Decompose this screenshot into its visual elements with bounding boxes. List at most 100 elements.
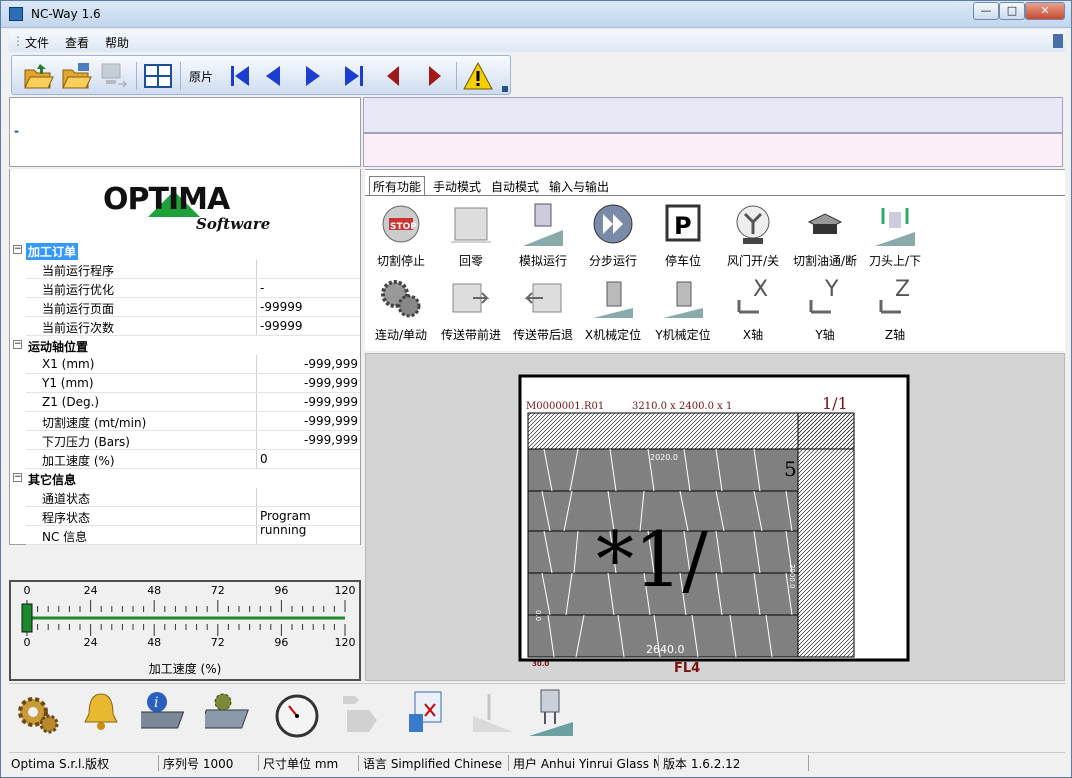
function-button[interactable]: Z Z轴 [859, 274, 931, 344]
company-logo: OPTIMA Software [9, 169, 361, 241]
property-name: Z1 (Deg.) [42, 395, 100, 409]
tab-manual-mode[interactable]: 手动模式 [429, 176, 485, 195]
column-divider [256, 431, 257, 450]
layout-grid-icon[interactable] [142, 60, 174, 92]
property-name: 当前运行优化 [42, 283, 115, 297]
svg-text:Software: Software [196, 215, 270, 233]
function-button[interactable]: Y机械定位 [647, 274, 719, 344]
previous-item-icon[interactable] [378, 60, 410, 92]
svg-text:5: 5 [784, 457, 797, 481]
settings-gears-icon[interactable] [9, 686, 65, 742]
tab-all-functions[interactable]: 所有功能 [369, 176, 426, 195]
slider-tick-label: 72 [211, 584, 225, 597]
property-row[interactable]: 切割速度 (mt/min) -999,999 [10, 412, 360, 431]
app-icon [9, 7, 23, 21]
function-button[interactable]: 模拟运行 [507, 200, 579, 270]
close-button[interactable]: ✕ [1025, 2, 1065, 20]
property-row[interactable]: 当前运行优化 - [10, 279, 360, 298]
tab-io[interactable]: 输入与输出 [545, 176, 613, 195]
slider-tick-label: 24 [84, 636, 98, 649]
function-button[interactable]: STOP 切割停止 [365, 200, 437, 270]
tab-auto-mode[interactable]: 自动模式 [487, 176, 543, 195]
property-row[interactable]: Z1 (Deg.) -999,999 [10, 393, 360, 412]
pressure-gauge-icon[interactable] [269, 686, 325, 742]
property-row[interactable]: 程序状态 Program running [10, 507, 360, 537]
function-button[interactable]: Y Y轴 [789, 274, 861, 344]
x-stop-icon [593, 281, 633, 318]
function-button[interactable]: 分步运行 [577, 200, 649, 270]
slider-thumb[interactable] [21, 603, 33, 633]
function-button[interactable]: 风门开/关 [717, 200, 789, 270]
function-button[interactable]: 传送带后退 [507, 274, 579, 344]
svg-text:P: P [674, 212, 692, 240]
open-folder-icon[interactable] [22, 60, 54, 92]
alarm-bell-icon[interactable] [73, 686, 129, 742]
property-row[interactable]: 当前运行程序 [10, 260, 360, 279]
open-network-folder-icon[interactable] [60, 60, 92, 92]
section-header[interactable]: − 加工订单 [10, 241, 360, 260]
minimize-button[interactable]: — [973, 2, 999, 20]
message-panel: - [9, 97, 361, 167]
slider-tick-label: 120 [335, 636, 356, 649]
previous-page-icon[interactable] [258, 60, 290, 92]
next-item-icon[interactable] [418, 60, 450, 92]
cut-preview: M0000001.R01 3210.0 x 2400.0 x 1 1/1 202… [365, 353, 1065, 681]
property-name: 通道状态 [42, 492, 91, 506]
property-row[interactable]: 加工速度 (%) 0 [10, 450, 360, 469]
machine-info-icon[interactable]: i [133, 686, 197, 742]
status-language: 语言 Simplified Chinese [361, 755, 509, 771]
menu-view[interactable]: 查看 [65, 34, 89, 51]
function-button[interactable]: 传送带前进 [435, 274, 507, 344]
slider-tick-label: 48 [147, 584, 161, 597]
property-name: 程序状态 [42, 511, 91, 525]
property-row[interactable]: 通道状态 [10, 488, 360, 507]
menu-overflow-icon[interactable] [1053, 34, 1063, 48]
svg-text:1/1: 1/1 [822, 394, 848, 413]
function-button[interactable]: X X轴 [717, 274, 789, 344]
fan-icon [736, 205, 770, 244]
section-title: 其它信息 [28, 473, 77, 487]
property-row[interactable]: 当前运行次数 -99999 [10, 317, 360, 336]
property-row[interactable]: 当前运行页面 -99999 [10, 298, 360, 317]
info-panel [363, 133, 1063, 167]
property-row[interactable]: X1 (mm) -999,999 [10, 355, 360, 374]
oil-icon [807, 213, 843, 234]
transfer-icon[interactable] [333, 686, 389, 742]
slider-tick-label: 96 [274, 636, 288, 649]
function-button[interactable]: 回零 [435, 200, 507, 270]
function-label: Z轴 [884, 328, 906, 342]
knife-angle-icon[interactable] [465, 686, 521, 742]
maximize-button[interactable]: □ [999, 2, 1025, 20]
section-header[interactable]: − 运动轴位置 [10, 336, 360, 355]
next-page-icon[interactable] [296, 60, 328, 92]
warning-icon[interactable] [462, 60, 494, 92]
cut-program-icon[interactable] [399, 686, 455, 742]
cutting-table-icon[interactable] [199, 686, 261, 742]
function-button[interactable]: 连动/单动 [365, 274, 437, 344]
toolbar: 原片 [11, 55, 511, 95]
property-row[interactable]: Y1 (mm) -999,999 [10, 374, 360, 393]
collapse-icon[interactable]: − [13, 245, 22, 254]
function-button[interactable]: 切割油通/断 [789, 200, 861, 270]
slider-label: 加工速度 (%) [148, 662, 222, 676]
menu-help[interactable]: 帮助 [105, 34, 129, 51]
step-run-icon [593, 204, 633, 244]
collapse-icon[interactable]: − [13, 473, 22, 482]
send-to-machine-icon[interactable] [98, 60, 130, 92]
function-button[interactable]: 刀头上/下 [859, 200, 931, 270]
toolbar-overflow-icon[interactable] [502, 86, 508, 92]
first-page-icon[interactable] [224, 60, 256, 92]
property-row[interactable]: NC 信息 [10, 526, 360, 545]
function-button[interactable]: P 停车位 [647, 200, 719, 270]
section-header[interactable]: − 其它信息 [10, 469, 360, 488]
last-page-icon[interactable] [338, 60, 370, 92]
svg-text:2020.0: 2020.0 [650, 453, 678, 462]
property-name: X1 (mm) [42, 357, 95, 371]
collapse-icon[interactable]: − [13, 340, 22, 349]
menu-file[interactable]: 文件 [25, 34, 49, 51]
property-name: 切割速度 (mt/min) [42, 416, 147, 430]
cutting-head-icon[interactable] [523, 686, 579, 742]
column-divider [256, 298, 257, 317]
function-button[interactable]: X机械定位 [577, 274, 649, 344]
property-row[interactable]: 下刀压力 (Bars) -999,999 [10, 431, 360, 450]
